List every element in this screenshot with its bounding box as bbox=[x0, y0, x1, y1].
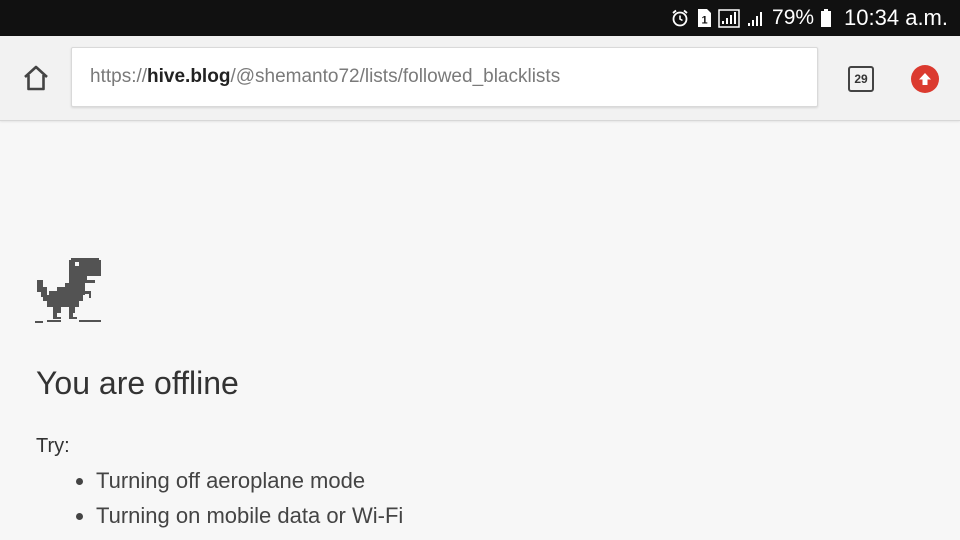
battery-icon bbox=[820, 0, 832, 36]
page-title: You are offline bbox=[36, 365, 239, 401]
offline-dinosaur-icon bbox=[35, 256, 103, 329]
sim-1-icon: 1 bbox=[696, 0, 712, 36]
offline-error-page: You are offline Try: Turning off aeropla… bbox=[0, 121, 960, 540]
signal-strength-icon bbox=[746, 0, 766, 36]
list-item: Turning on mobile data or Wi-Fi bbox=[96, 500, 403, 535]
list-item: Turning off aeroplane mode bbox=[96, 465, 403, 500]
status-bar: 1 79% 10:34 a.m. bbox=[0, 0, 960, 36]
clock: 10:34 a.m. bbox=[844, 5, 948, 30]
url-host: hive.blog bbox=[147, 66, 231, 87]
try-label: Try: bbox=[36, 435, 70, 457]
address-bar[interactable]: https://hive.blog/@shemanto72/lists/foll… bbox=[71, 47, 818, 107]
browser-screen: 1 79% 10:34 a.m. https:// hive.blog /@sh… bbox=[0, 0, 960, 540]
tab-switcher-button[interactable]: 29 bbox=[848, 66, 874, 92]
update-arrow-icon bbox=[919, 73, 931, 85]
url-scheme: https:// bbox=[90, 66, 148, 87]
signal-strength-icon bbox=[718, 0, 740, 36]
svg-text:1: 1 bbox=[701, 15, 707, 27]
alarm-icon bbox=[670, 0, 690, 36]
suggestion-list: Turning off aeroplane mode Turning on mo… bbox=[36, 465, 403, 535]
update-chrome-button[interactable] bbox=[911, 65, 939, 93]
home-button[interactable] bbox=[14, 56, 58, 100]
battery-percent: 79% bbox=[772, 6, 815, 29]
browser-toolbar: https://hive.blog/@shemanto72/lists/foll… bbox=[0, 36, 960, 121]
home-icon bbox=[24, 65, 48, 91]
url-path: /@shemanto72/lists/followed_blacklists bbox=[230, 66, 561, 87]
status-indicators: 1 79% 10:34 a.m. bbox=[670, 0, 948, 36]
tab-count: 29 bbox=[854, 72, 868, 86]
